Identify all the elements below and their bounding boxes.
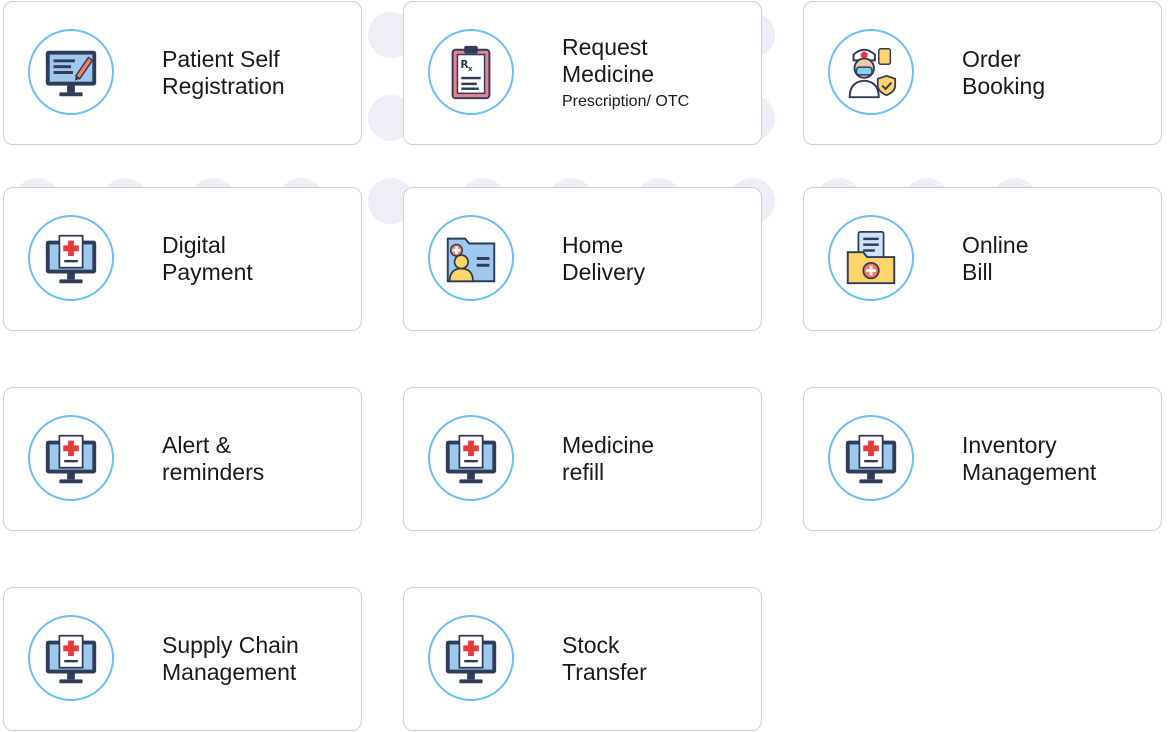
card-title-line2: reminders (162, 459, 265, 485)
card-title-line1: Supply Chain (162, 632, 299, 658)
card-home-delivery[interactable]: Home Delivery (403, 187, 762, 331)
card-title-line2: Delivery (562, 259, 646, 285)
prescription-clipboard-icon: R x (451, 45, 491, 100)
card-title-line1: Request (562, 34, 648, 60)
card-title-line1: Patient Self (162, 46, 280, 72)
card-online-bill[interactable]: Online Bill (803, 187, 1162, 331)
card-order-booking[interactable]: Order Booking (803, 1, 1162, 145)
card-title-line1: Medicine (562, 432, 655, 458)
nurse-shield-icon (848, 48, 897, 99)
card-title-line2: Management (162, 659, 297, 685)
card-supply-chain-management[interactable]: Supply Chain Management (3, 587, 362, 731)
card-title-line2: Management (962, 459, 1097, 485)
card-alert-reminders[interactable]: Alert & reminders (3, 387, 362, 531)
card-title-line2: Registration (162, 73, 285, 99)
medical-monitor-icon (45, 234, 97, 284)
card-title-line1: Digital (162, 232, 226, 258)
card-title-line1: Online (962, 232, 1029, 258)
card-inventory-management[interactable]: Inventory Management (803, 387, 1162, 531)
card-title-line2: Transfer (562, 659, 647, 685)
bill-folder-icon (846, 230, 896, 285)
features-grid: Patient Self Registration R x Request Me… (0, 0, 1169, 732)
card-title-line2: Medicine (562, 61, 655, 87)
svg-text:x: x (468, 65, 473, 73)
card-title-line2: Payment (162, 259, 253, 285)
card-medicine-refill[interactable]: Medicine refill (403, 387, 762, 531)
card-title-line1: Stock (562, 632, 620, 658)
card-title-line1: Order (962, 46, 1021, 72)
card-stock-transfer[interactable]: Stock Transfer (403, 587, 762, 731)
card-title-line2: Bill (962, 259, 993, 285)
card-digital-payment[interactable]: Digital Payment (3, 187, 362, 331)
medical-monitor-icon (445, 634, 497, 684)
computer-edit-icon (45, 50, 97, 97)
medical-monitor-icon (45, 434, 97, 484)
medical-monitor-icon (45, 634, 97, 684)
card-request-medicine[interactable]: R x Request Medicine Prescription/ OTC (403, 1, 762, 145)
card-title-line1: Alert & (162, 432, 232, 458)
card-title-line2: refill (562, 459, 605, 485)
card-title-line1: Inventory (962, 432, 1057, 458)
card-patient-self-registration[interactable]: Patient Self Registration (3, 1, 362, 145)
medical-monitor-icon (845, 434, 897, 484)
card-title-line1: Home (562, 232, 624, 258)
card-subtitle: Prescription/ OTC (562, 93, 690, 110)
card-title-line2: Booking (962, 73, 1046, 99)
patient-folder-icon (446, 237, 496, 283)
medical-monitor-icon (445, 434, 497, 484)
